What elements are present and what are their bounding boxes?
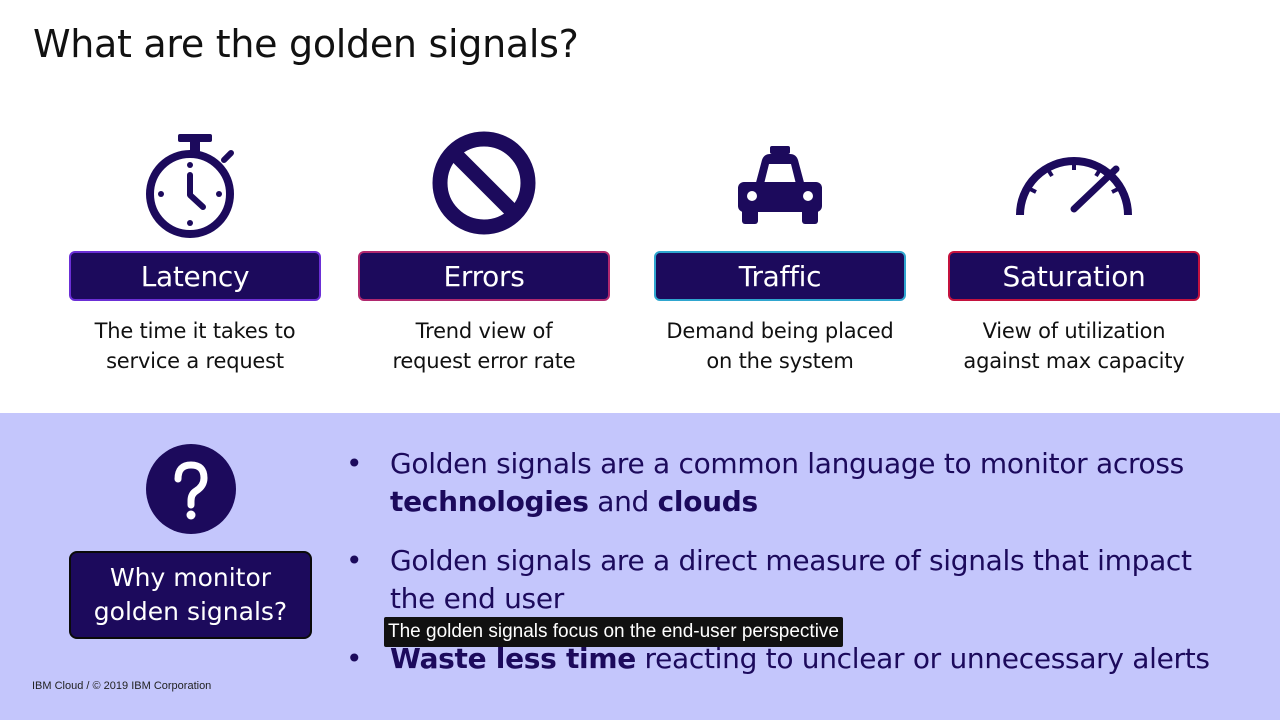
bullet-dot: •: [346, 642, 363, 675]
gauge-icon: [948, 125, 1200, 240]
bullet-item: • Golden signals are a direct measure of…: [344, 542, 1264, 618]
bullet-text: technologies and clouds: [390, 483, 1264, 521]
signal-description-saturation: View of utilization against max capacity: [948, 316, 1200, 376]
signal-description-line: service a request: [106, 349, 284, 373]
question-mark-icon: [145, 443, 237, 535]
prohibited-icon: [358, 125, 610, 240]
bullet-dot: •: [346, 544, 363, 577]
signal-latency: Latency The time it takes to service a r…: [69, 125, 321, 376]
signal-label-latency: Latency: [69, 251, 321, 301]
signal-saturation: Saturation View of utilization against m…: [948, 125, 1200, 376]
bullet-emphasis: technologies: [390, 485, 589, 518]
signal-description-line: on the system: [706, 349, 854, 373]
taxi-icon: [654, 125, 906, 240]
signal-description-line: Demand being placed: [666, 319, 894, 343]
why-monitor-line: golden signals?: [93, 597, 288, 626]
signal-errors: Errors Trend view of request error rate: [358, 125, 610, 376]
bullet-text: Golden signals are a common language to …: [390, 447, 1184, 480]
signal-description-line: against max capacity: [963, 349, 1185, 373]
signal-description-errors: Trend view of request error rate: [358, 316, 610, 376]
signal-description-line: View of utilization: [982, 319, 1166, 343]
signal-label-saturation: Saturation: [948, 251, 1200, 301]
bullet-item: • Golden signals are a common language t…: [344, 445, 1264, 521]
slide-title: What are the golden signals?: [33, 22, 579, 66]
stopwatch-icon: [69, 125, 321, 240]
signal-label-traffic: Traffic: [654, 251, 906, 301]
signal-traffic: Traffic Demand being placed on the syste…: [654, 125, 906, 376]
signal-description-line: request error rate: [392, 349, 576, 373]
signal-description-line: Trend view of: [415, 319, 553, 343]
why-monitor-box: Why monitor golden signals?: [69, 551, 312, 639]
bullet-emphasis: clouds: [657, 485, 759, 518]
why-monitor-line: Why monitor: [109, 563, 272, 592]
video-caption: The golden signals focus on the end-user…: [384, 617, 843, 647]
bullet-text: the end user: [390, 582, 564, 615]
signal-description-traffic: Demand being placed on the system: [654, 316, 906, 376]
footer-copyright: IBM Cloud / © 2019 IBM Corporation: [32, 680, 212, 692]
signal-description-latency: The time it takes to service a request: [69, 316, 321, 376]
bullet-text-connector: and: [588, 485, 658, 518]
signal-description-line: The time it takes to: [94, 319, 296, 343]
bullet-text: Golden signals are a direct measure of s…: [390, 544, 1192, 577]
bullet-dot: •: [346, 447, 363, 480]
signal-label-errors: Errors: [358, 251, 610, 301]
